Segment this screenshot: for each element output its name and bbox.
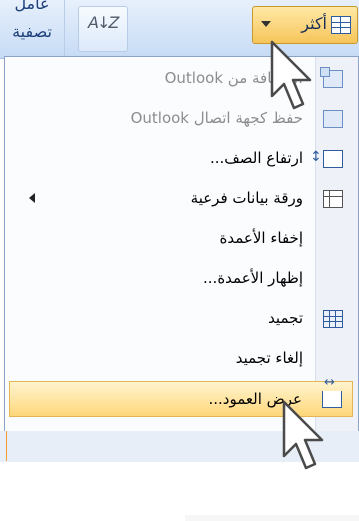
more-button-label: أكثر [301, 14, 327, 33]
chevron-down-icon [261, 21, 271, 27]
more-dropdown-menu: ...إضافة من Outlook حفظ كجهة اتصال Outlo… [4, 56, 359, 432]
menu-item-label: إخفاء الأعمدة [219, 229, 304, 247]
menu-item-unfreeze[interactable]: إلغاء تجميد [9, 341, 353, 377]
filter-group[interactable]: عامل تصفية [0, 0, 65, 58]
subdatasheet-icon [323, 190, 343, 208]
outlook-add-icon [320, 67, 343, 88]
row-height-icon [310, 149, 343, 168]
filter-label-line2: تصفية [12, 22, 52, 41]
menu-item-hide-columns[interactable]: إخفاء الأعمدة [9, 221, 353, 257]
submenu-arrow-icon [29, 193, 35, 203]
menu-item-label: إظهار الأعمدة... [203, 269, 303, 287]
table-icon [331, 16, 351, 34]
outlook-contact-icon [323, 110, 343, 128]
filter-label-line1: عامل [14, 0, 50, 13]
menu-item-label: تجميد [268, 309, 303, 327]
menu-item-label: ارتفاع الصف... [209, 149, 303, 167]
more-button[interactable]: أكثر [252, 6, 358, 44]
menu-item-label: ورقة بيانات فرعية [190, 189, 303, 207]
menu-item-row-height[interactable]: ارتفاع الصف... [9, 141, 353, 177]
menu-item-freeze[interactable]: تجميد [9, 301, 353, 337]
menu-item-subdatasheet[interactable]: ورقة بيانات فرعية [9, 181, 353, 217]
mouse-pointer-icon [282, 400, 324, 470]
mouse-pointer-icon [270, 40, 312, 110]
menu-item-label: إلغاء تجميد [235, 349, 303, 367]
sort-button[interactable]: A↓Z [78, 6, 128, 52]
menu-item-unhide-columns[interactable]: إظهار الأعمدة... [9, 261, 353, 297]
selection-edge [6, 431, 7, 461]
freeze-icon [323, 310, 343, 328]
az-sort-icon: A↓Z [88, 13, 119, 32]
bottom-strip [185, 515, 359, 521]
